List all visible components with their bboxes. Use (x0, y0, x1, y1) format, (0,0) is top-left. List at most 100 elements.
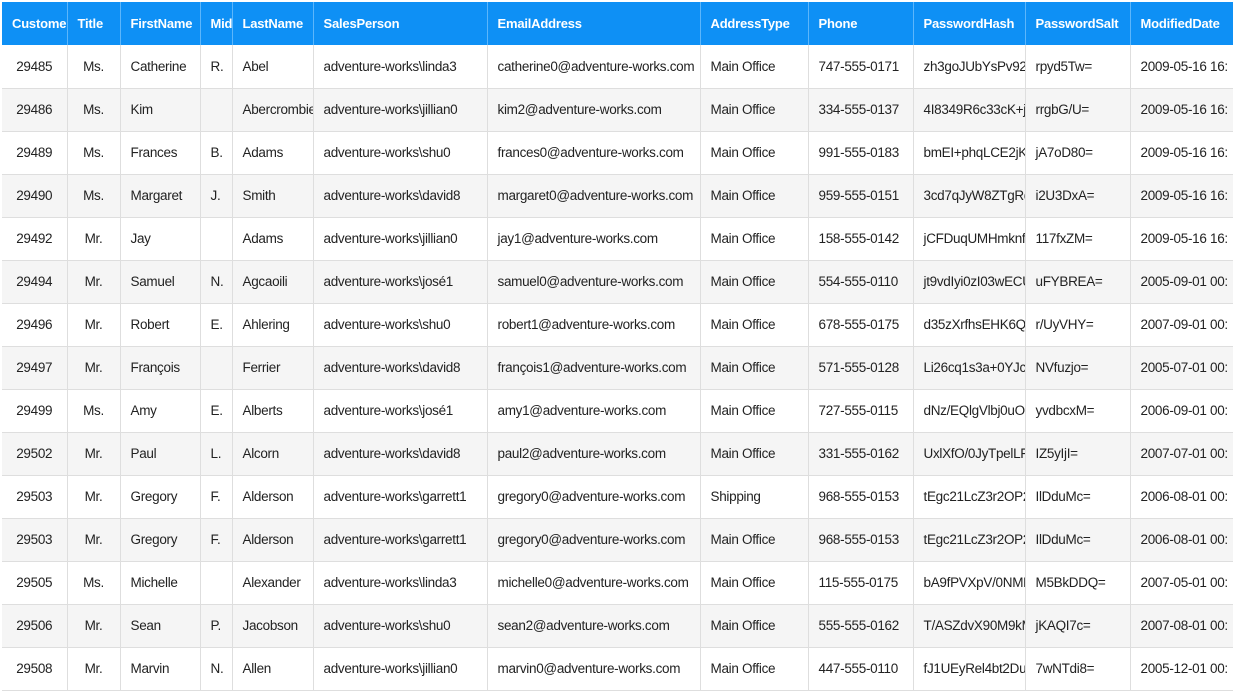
cell-title[interactable]: Mr. (67, 647, 121, 691)
cell-customerid[interactable]: 29492 (2, 217, 68, 261)
cell-firstname[interactable]: Marvin (120, 647, 201, 691)
cell-phone[interactable]: 959-555-0151 (808, 174, 914, 218)
cell-passwordsalt[interactable]: jKAQI7c= (1025, 604, 1131, 648)
cell-lastname[interactable]: Abel (232, 45, 314, 89)
cell-title[interactable]: Ms. (67, 45, 121, 89)
cell-addresstype[interactable]: Main Office (700, 346, 809, 390)
cell-passwordsalt[interactable]: IlDduMc= (1025, 518, 1131, 562)
cell-title[interactable]: Mr. (67, 303, 121, 347)
cell-phone[interactable]: 115-555-0175 (808, 561, 914, 605)
cell-middlename[interactable] (200, 217, 233, 261)
cell-passwordsalt[interactable]: IZ5yIjI= (1025, 432, 1131, 476)
table-row[interactable]: 29502 Mr. Paul L. Alcorn adventure-works\davi… (2, 432, 1233, 476)
cell-firstname[interactable]: Amy (120, 389, 201, 433)
cell-passwordhash[interactable]: T/ASZdvX90M9kM (913, 604, 1026, 648)
cell-salesperson[interactable]: adventure-works\josé1 (313, 260, 488, 304)
column-header-title[interactable]: Title (67, 2, 121, 45)
cell-lastname[interactable]: Abercrombie (232, 88, 314, 132)
cell-passwordsalt[interactable]: yvdbcxM= (1025, 389, 1131, 433)
cell-modifieddate[interactable]: 2009-05-16 16: (1130, 45, 1233, 89)
cell-customerid[interactable]: 29506 (2, 604, 68, 648)
cell-emailaddress[interactable]: samuel0@adventure-works.com (487, 260, 701, 304)
cell-customerid[interactable]: 29486 (2, 88, 68, 132)
cell-phone[interactable]: 968-555-0153 (808, 518, 914, 562)
cell-firstname[interactable]: Jay (120, 217, 201, 261)
cell-emailaddress[interactable]: amy1@adventure-works.com (487, 389, 701, 433)
cell-salesperson[interactable]: adventure-works\shu0 (313, 131, 488, 175)
cell-lastname[interactable]: Alexander (232, 561, 314, 605)
cell-addresstype[interactable]: Main Office (700, 518, 809, 562)
column-header-addresstype[interactable]: AddressType (700, 2, 809, 45)
cell-title[interactable]: Ms. (67, 131, 121, 175)
column-header-modifieddate[interactable]: ModifiedDate (1130, 2, 1233, 45)
table-row[interactable]: 29505 Ms. Michelle Alexander adventure-works… (2, 561, 1233, 605)
cell-middlename[interactable] (200, 88, 233, 132)
cell-customerid[interactable]: 29503 (2, 518, 68, 562)
cell-lastname[interactable]: Agcaoili (232, 260, 314, 304)
cell-emailaddress[interactable]: gregory0@adventure-works.com (487, 475, 701, 519)
cell-firstname[interactable]: Michelle (120, 561, 201, 605)
cell-passwordsalt[interactable]: NVfuzjo= (1025, 346, 1131, 390)
cell-modifieddate[interactable]: 2007-05-01 00: (1130, 561, 1233, 605)
cell-emailaddress[interactable]: françois1@adventure-works.com (487, 346, 701, 390)
column-header-passwordsalt[interactable]: PasswordSalt (1025, 2, 1131, 45)
cell-phone[interactable]: 554-555-0110 (808, 260, 914, 304)
table-row[interactable]: 29490 Ms. Margaret J. Smith adventure-works\d… (2, 174, 1233, 218)
cell-passwordhash[interactable]: jCFDuqUMHmknfa (913, 217, 1026, 261)
cell-modifieddate[interactable]: 2006-08-01 00: (1130, 518, 1233, 562)
cell-middlename[interactable] (200, 346, 233, 390)
cell-middlename[interactable]: B. (200, 131, 233, 175)
cell-salesperson[interactable]: adventure-works\shu0 (313, 604, 488, 648)
cell-customerid[interactable]: 29499 (2, 389, 68, 433)
cell-passwordsalt[interactable]: i2U3DxA= (1025, 174, 1131, 218)
cell-customerid[interactable]: 29508 (2, 647, 68, 691)
cell-title[interactable]: Ms. (67, 389, 121, 433)
cell-emailaddress[interactable]: gregory0@adventure-works.com (487, 518, 701, 562)
cell-passwordhash[interactable]: fJ1UEyRel4bt2Duz (913, 647, 1026, 691)
cell-phone[interactable]: 571-555-0128 (808, 346, 914, 390)
table-row[interactable]: 29503 Mr. Gregory F. Alderson adventure-works… (2, 475, 1233, 519)
cell-passwordhash[interactable]: jt9vdIyi0zI03wECU (913, 260, 1026, 304)
table-row[interactable]: 29508 Mr. Marvin N. Allen adventure-works\jil… (2, 647, 1233, 691)
cell-lastname[interactable]: Allen (232, 647, 314, 691)
cell-passwordhash[interactable]: bmEI+phqLCE2jK (913, 131, 1026, 175)
cell-title[interactable]: Mr. (67, 346, 121, 390)
column-header-passwordhash[interactable]: PasswordHash (913, 2, 1026, 45)
cell-lastname[interactable]: Alberts (232, 389, 314, 433)
column-header-firstname[interactable]: FirstName (120, 2, 201, 45)
cell-passwordhash[interactable]: dNz/EQlgVlbj0uOp (913, 389, 1026, 433)
cell-modifieddate[interactable]: 2007-09-01 00: (1130, 303, 1233, 347)
cell-modifieddate[interactable]: 2005-07-01 00: (1130, 346, 1233, 390)
cell-passwordsalt[interactable]: rpyd5Tw= (1025, 45, 1131, 89)
cell-emailaddress[interactable]: sean2@adventure-works.com (487, 604, 701, 648)
cell-lastname[interactable]: Ahlering (232, 303, 314, 347)
cell-firstname[interactable]: Gregory (120, 475, 201, 519)
cell-salesperson[interactable]: adventure-works\jillian0 (313, 647, 488, 691)
cell-title[interactable]: Ms. (67, 88, 121, 132)
cell-passwordsalt[interactable]: 7wNTdi8= (1025, 647, 1131, 691)
cell-passwordsalt[interactable]: IlDduMc= (1025, 475, 1131, 519)
cell-salesperson[interactable]: adventure-works\shu0 (313, 303, 488, 347)
table-row[interactable]: 29496 Mr. Robert E. Ahlering adventure-works\… (2, 303, 1233, 347)
cell-middlename[interactable]: P. (200, 604, 233, 648)
cell-addresstype[interactable]: Main Office (700, 88, 809, 132)
cell-lastname[interactable]: Alderson (232, 475, 314, 519)
cell-middlename[interactable]: N. (200, 647, 233, 691)
cell-title[interactable]: Ms. (67, 561, 121, 605)
cell-firstname[interactable]: Paul (120, 432, 201, 476)
cell-addresstype[interactable]: Main Office (700, 647, 809, 691)
cell-passwordhash[interactable]: Li26cq1s3a+0YJc (913, 346, 1026, 390)
cell-firstname[interactable]: Gregory (120, 518, 201, 562)
cell-salesperson[interactable]: adventure-works\garrett1 (313, 518, 488, 562)
cell-customerid[interactable]: 29502 (2, 432, 68, 476)
cell-title[interactable]: Mr. (67, 518, 121, 562)
table-row[interactable]: 29486 Ms. Kim Abercrombie adventure-works\ji… (2, 88, 1233, 132)
cell-phone[interactable]: 447-555-0110 (808, 647, 914, 691)
customer-data-grid[interactable]: CustomerIDTitleFirstNameMiddleNameLastNa… (2, 2, 1233, 692)
cell-emailaddress[interactable]: robert1@adventure-works.com (487, 303, 701, 347)
cell-passwordhash[interactable]: tEgc21LcZ3r2OP2r (913, 475, 1026, 519)
cell-middlename[interactable]: F. (200, 475, 233, 519)
column-header-middlename[interactable]: MiddleName (200, 2, 233, 45)
table-row[interactable]: 29485 Ms. Catherine R. Abel adventure-works\l… (2, 45, 1233, 89)
cell-passwordhash[interactable]: zh3goJUbYsPv92k (913, 45, 1026, 89)
